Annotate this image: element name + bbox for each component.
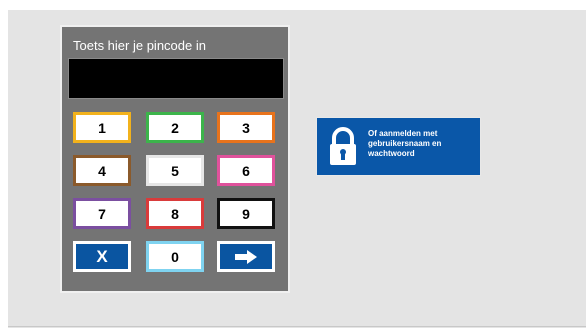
pinpad-panel: Toets hier je pincode in 1 2 3 4 5 6 7 8… — [60, 25, 290, 293]
arrow-right-icon — [235, 249, 257, 264]
key-6-button[interactable]: 6 — [217, 155, 275, 186]
key-7-button[interactable]: 7 — [73, 198, 131, 229]
key-5-button[interactable]: 5 — [146, 155, 204, 186]
key-0-button[interactable]: 0 — [146, 241, 204, 272]
key-3-button[interactable]: 3 — [217, 112, 275, 143]
key-1-button[interactable]: 1 — [73, 112, 131, 143]
padlock-icon — [328, 126, 358, 171]
key-2-button[interactable]: 2 — [146, 112, 204, 143]
alt-login-button[interactable]: Of aanmelden met gebruikersnaam en wacht… — [316, 117, 481, 176]
clear-button[interactable]: X — [73, 241, 131, 272]
alt-login-label: Of aanmelden met gebruikersnaam en wacht… — [368, 129, 442, 158]
submit-button[interactable] — [217, 241, 275, 272]
key-8-button[interactable]: 8 — [146, 198, 204, 229]
pin-display-field[interactable] — [68, 58, 284, 99]
bottom-divider — [8, 326, 586, 327]
key-4-button[interactable]: 4 — [73, 155, 131, 186]
key-9-button[interactable]: 9 — [217, 198, 275, 229]
clear-icon: X — [96, 246, 108, 266]
pinpad-title: Toets hier je pincode in — [73, 38, 206, 53]
